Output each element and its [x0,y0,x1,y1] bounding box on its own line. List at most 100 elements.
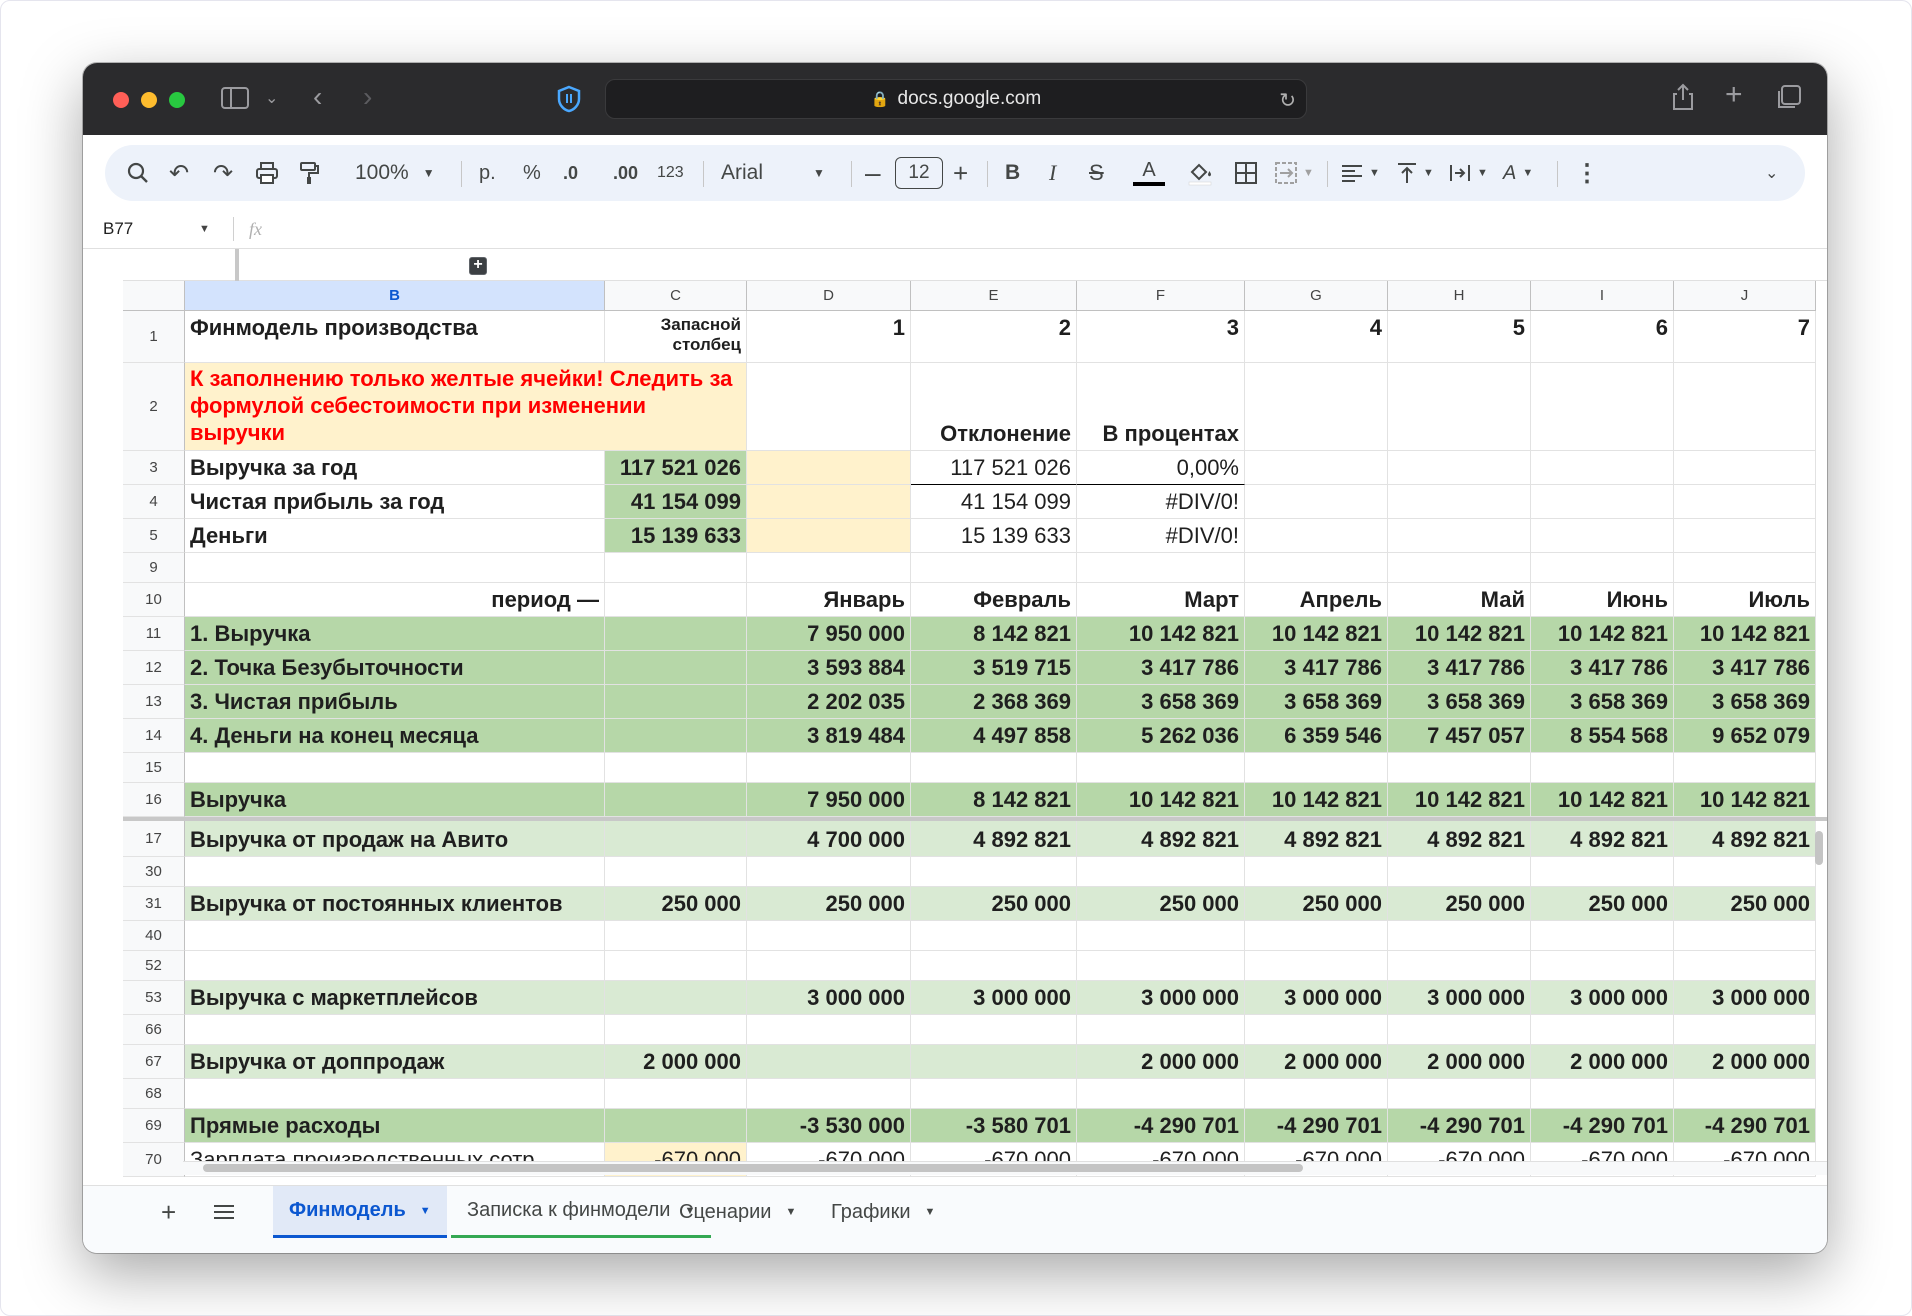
cell-g3[interactable] [1245,451,1388,485]
cell-d17[interactable]: 4 700 000 [747,821,911,857]
cell-j13[interactable]: 3 658 369 [1674,685,1816,719]
cell-d5[interactable] [747,519,911,553]
row-header[interactable]: 9 [123,553,185,583]
cell-j66[interactable] [1674,1015,1816,1045]
cell-h30[interactable] [1388,857,1531,887]
cell-d11[interactable]: 7 950 000 [747,617,911,651]
decrease-decimal-button[interactable]: .0 [563,145,578,201]
cell-e5[interactable]: 15 139 633 [911,519,1077,553]
cell-h1[interactable]: 5 [1388,311,1531,363]
cell-i40[interactable] [1531,921,1674,951]
row-header[interactable]: 11 [123,617,185,651]
cell-d69[interactable]: -3 530 000 [747,1109,911,1143]
row-header[interactable]: 30 [123,857,185,887]
cell-g10[interactable]: Апрель [1245,583,1388,617]
cell-e10[interactable]: Февраль [911,583,1077,617]
cell-e12[interactable]: 3 519 715 [911,651,1077,685]
cell-h11[interactable]: 10 142 821 [1388,617,1531,651]
sheet-tab-1[interactable]: Финмодель ▼ [273,1186,447,1238]
search-menus-icon[interactable] [127,145,149,201]
cell-g53[interactable]: 3 000 000 [1245,981,1388,1015]
close-window-button[interactable] [113,92,129,108]
cell-j16[interactable]: 10 142 821 [1674,783,1816,817]
cell-c30[interactable] [605,857,747,887]
cell-f9[interactable] [1077,553,1245,583]
cell-j11[interactable]: 10 142 821 [1674,617,1816,651]
increase-decimal-button[interactable]: .00 [613,145,638,201]
cell-d14[interactable]: 3 819 484 [747,719,911,753]
cell-j69[interactable]: -4 290 701 [1674,1109,1816,1143]
cell-d9[interactable] [747,553,911,583]
privacy-shield-icon[interactable] [557,85,581,118]
undo-icon[interactable]: ↶ [169,145,189,201]
cell-b12[interactable]: 2. Точка Безубыточности [185,651,605,685]
caret-down-icon[interactable]: ▼ [420,1205,431,1217]
cell-g12[interactable]: 3 417 786 [1245,651,1388,685]
cell-f31[interactable]: 250 000 [1077,887,1245,921]
cell-j10[interactable]: Июль [1674,583,1816,617]
new-tab-icon[interactable]: + [1725,80,1743,110]
cell-b15[interactable] [185,753,605,783]
back-icon[interactable]: ‹ [313,83,322,111]
caret-down-icon[interactable]: ▼ [785,1206,796,1218]
cell-c12[interactable] [605,651,747,685]
cell-b11[interactable]: 1. Выручка [185,617,605,651]
cell-i15[interactable] [1531,753,1674,783]
increase-font-size-button[interactable]: + [953,145,968,201]
cell-b53[interactable]: Выручка с маркетплейсов [185,981,605,1015]
cell-e15[interactable] [911,753,1077,783]
cell-b52[interactable] [185,951,605,981]
fill-color-icon[interactable] [1187,145,1213,201]
cell-b10[interactable]: период — [185,583,605,617]
cell-b14[interactable]: 4. Деньги на конец месяца [185,719,605,753]
collapse-toolbar-icon[interactable]: ⌄ [1765,145,1778,201]
cell-d30[interactable] [747,857,911,887]
row-header[interactable]: 66 [123,1015,185,1045]
cell-e3[interactable]: 117 521 026 [911,451,1077,485]
cell-h53[interactable]: 3 000 000 [1388,981,1531,1015]
cell-g4[interactable] [1245,485,1388,519]
cell-i11[interactable]: 10 142 821 [1531,617,1674,651]
cell-i13[interactable]: 3 658 369 [1531,685,1674,719]
cell-f15[interactable] [1077,753,1245,783]
all-sheets-button[interactable] [213,1186,235,1238]
cell-b67[interactable]: Выручка от доппродаж [185,1045,605,1079]
cell-i69[interactable]: -4 290 701 [1531,1109,1674,1143]
cell-e17[interactable]: 4 892 821 [911,821,1077,857]
cell-c68[interactable] [605,1079,747,1109]
cell-f1[interactable]: 3 [1077,311,1245,363]
percent-format-button[interactable]: % [523,145,541,201]
cell-i4[interactable] [1531,485,1674,519]
name-box[interactable]: B77 ▼ [103,209,213,249]
row-header[interactable]: 12 [123,651,185,685]
cell-i53[interactable]: 3 000 000 [1531,981,1674,1015]
cell-h14[interactable]: 7 457 057 [1388,719,1531,753]
cell-i3[interactable] [1531,451,1674,485]
cell-c53[interactable] [605,981,747,1015]
cell-h67[interactable]: 2 000 000 [1388,1045,1531,1079]
row-header[interactable]: 52 [123,951,185,981]
tab-overview-icon[interactable] [1775,85,1801,116]
cell-h10[interactable]: Май [1388,583,1531,617]
vertical-scroll-thumb[interactable] [1815,831,1823,865]
cell-j12[interactable]: 3 417 786 [1674,651,1816,685]
cell-e67[interactable] [911,1045,1077,1079]
cell-d53[interactable]: 3 000 000 [747,981,911,1015]
row-header[interactable]: 67 [123,1045,185,1079]
expand-column-group-button[interactable]: + [469,257,487,275]
cell-i1[interactable]: 6 [1531,311,1674,363]
borders-icon[interactable] [1235,145,1257,201]
row-header[interactable]: 70 [123,1143,185,1177]
column-header-g[interactable]: G [1245,281,1388,311]
cell-i52[interactable] [1531,951,1674,981]
cell-f52[interactable] [1077,951,1245,981]
cell-f40[interactable] [1077,921,1245,951]
cell-e16[interactable]: 8 142 821 [911,783,1077,817]
column-header-h[interactable]: H [1388,281,1531,311]
cell-b4[interactable]: Чистая прибыль за год [185,485,605,519]
cell-f66[interactable] [1077,1015,1245,1045]
cell-h68[interactable] [1388,1079,1531,1109]
url-bar[interactable]: 🔒 docs.google.com ↻ [605,79,1307,119]
cell-g68[interactable] [1245,1079,1388,1109]
cell-i2[interactable] [1531,363,1674,451]
